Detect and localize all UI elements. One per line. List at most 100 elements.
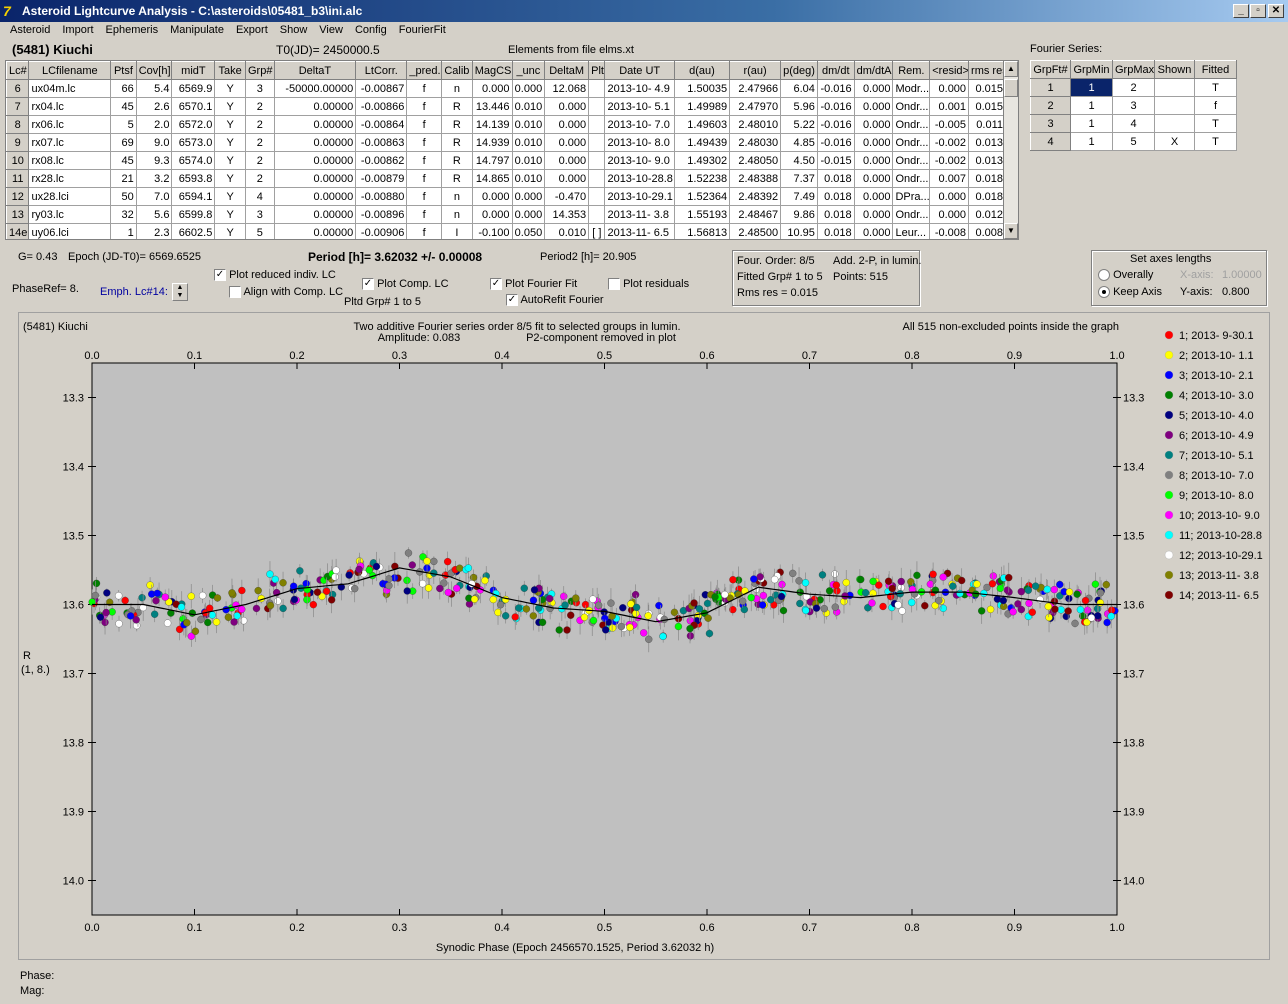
table-cell[interactable]: -0.015	[816, 151, 855, 170]
table-cell[interactable]: Y	[214, 133, 246, 152]
table-cell[interactable]: -0.00862	[355, 151, 408, 170]
table-cell[interactable]: rx04.lc	[28, 97, 112, 116]
table-row[interactable]: 6 ux04m.lc 66 5.4 6569.9 Y 3 -50000.00000 -0.008…	[6, 79, 1004, 98]
table-cell[interactable]: 14.939	[471, 133, 513, 152]
column-header[interactable]: DeltaM	[544, 61, 590, 80]
table-cell[interactable]: 5.6	[135, 205, 173, 224]
table-cell[interactable]: 0.00000	[273, 205, 357, 224]
column-header[interactable]: Ptsf	[110, 61, 137, 80]
table-cell[interactable]: [ ]	[588, 223, 606, 239]
scroll-thumb[interactable]	[1004, 79, 1018, 97]
fourier-cell[interactable]: T	[1194, 132, 1237, 151]
table-cell[interactable]: 14.353	[544, 205, 590, 224]
table-cell[interactable]: 0.018	[968, 187, 1004, 206]
table-cell[interactable]: 0.018	[816, 169, 855, 188]
table-cell[interactable]: 2013-10- 8.0	[604, 133, 675, 152]
table-cell[interactable]	[588, 79, 606, 98]
fourier-cell[interactable]: 1	[1070, 132, 1113, 151]
table-cell[interactable]: 7.37	[780, 169, 818, 188]
table-cell[interactable]: -50000.00000	[273, 79, 357, 98]
table-cell[interactable]: 2.6	[135, 97, 173, 116]
column-header[interactable]: _pred.	[406, 61, 443, 80]
table-cell[interactable]: f	[406, 97, 443, 116]
table-cell[interactable]: 0.000	[471, 205, 513, 224]
table-cell[interactable]: 6599.8	[171, 205, 216, 224]
table-row[interactable]: 9 rx07.lc 69 9.0 6573.0 Y 2 0.00000 -0.00863 f R 14…	[6, 133, 1004, 152]
row-header[interactable]: 13	[6, 205, 30, 224]
column-header[interactable]: MagCS	[471, 61, 513, 80]
table-cell[interactable]: 0.010	[511, 169, 546, 188]
table-cell[interactable]: rx06.lc	[28, 115, 112, 134]
fourier-row[interactable]: 213 f	[1030, 96, 1237, 115]
table-cell[interactable]: 0.00000	[273, 187, 357, 206]
table-cell[interactable]	[588, 169, 606, 188]
table-cell[interactable]: 2.48500	[729, 223, 782, 239]
table-cell[interactable]: 0.050	[511, 223, 546, 239]
fourier-cell[interactable]: 5	[1112, 132, 1155, 151]
table-cell[interactable]: f	[406, 133, 443, 152]
table-cell[interactable]: 0.000	[511, 187, 546, 206]
fourier-series-table[interactable]: GrpFt# GrpMin GrpMax Shown Fitted 112T213f31…	[1030, 60, 1237, 151]
table-cell[interactable]: 0.013	[968, 151, 1004, 170]
table-cell[interactable]: 0.012	[968, 205, 1004, 224]
table-cell[interactable]: 0.000	[511, 79, 546, 98]
emph-lc-spinner[interactable]: ▲ ▼	[172, 283, 188, 301]
row-header[interactable]: 10	[6, 151, 30, 170]
table-cell[interactable]: 0.000	[544, 151, 590, 170]
table-cell[interactable]: 6573.0	[171, 133, 216, 152]
table-cell[interactable]: 2.48010	[729, 115, 782, 134]
lc-table[interactable]: Lc# LCfilename Ptsf Cov[h] midT Take Grp# Delta…	[6, 61, 1004, 239]
fourier-cell[interactable]: 1	[1070, 96, 1113, 115]
table-cell[interactable]: Y	[214, 79, 246, 98]
table-cell[interactable]: -0.00879	[355, 169, 408, 188]
table-cell[interactable]: 0.000	[544, 169, 590, 188]
table-cell[interactable]: 2013-11- 3.8	[604, 205, 675, 224]
menu-config[interactable]: Config	[349, 22, 393, 40]
table-cell[interactable]: Leur...	[892, 223, 931, 239]
fourier-cell[interactable]: 2	[1112, 78, 1155, 97]
column-header[interactable]: _unc	[511, 61, 546, 80]
align-comp-checkbox[interactable]: Align with Comp. LC	[229, 286, 343, 299]
table-cell[interactable]: 0.000	[929, 205, 970, 224]
column-header[interactable]: Take	[214, 61, 246, 80]
table-cell[interactable]: 0.00000	[273, 97, 357, 116]
table-cell[interactable]: R	[441, 151, 473, 170]
table-cell[interactable]: 0.000	[471, 79, 513, 98]
table-cell[interactable]: 0.000	[853, 97, 894, 116]
table-cell[interactable]: 2013-10- 9.0	[604, 151, 675, 170]
table-cell[interactable]: 0.010	[511, 97, 546, 116]
table-cell[interactable]: Y	[214, 97, 246, 116]
table-cell[interactable]: 45	[110, 97, 137, 116]
table-cell[interactable]: R	[441, 133, 473, 152]
table-cell[interactable]: 1.56813	[673, 223, 731, 239]
table-cell[interactable]: 0.000	[853, 187, 894, 206]
table-cell[interactable]: 2.0	[135, 115, 173, 134]
table-cell[interactable]: n	[441, 187, 473, 206]
table-cell[interactable]: -0.00866	[355, 97, 408, 116]
table-cell[interactable]	[588, 115, 606, 134]
row-header[interactable]: 14e	[6, 223, 30, 239]
table-cell[interactable]	[588, 205, 606, 224]
fourier-column-header[interactable]: GrpMin	[1070, 60, 1113, 79]
table-cell[interactable]: 0.000	[544, 97, 590, 116]
column-header[interactable]: midT	[171, 61, 216, 80]
table-cell[interactable]: 4.50	[780, 151, 818, 170]
table-cell[interactable]: 1.49302	[673, 151, 731, 170]
table-cell[interactable]: 2013-10- 5.1	[604, 97, 675, 116]
table-cell[interactable]: Y	[214, 169, 246, 188]
table-cell[interactable]: Ondr...	[892, 115, 931, 134]
table-cell[interactable]: 0.018	[816, 205, 855, 224]
column-header[interactable]: Date UT	[604, 61, 675, 80]
table-cell[interactable]: 2.48467	[729, 205, 782, 224]
table-cell[interactable]: Y	[214, 223, 246, 239]
table-cell[interactable]: 0.000	[929, 79, 970, 98]
table-cell[interactable]: 66	[110, 79, 137, 98]
table-cell[interactable]: 1.49439	[673, 133, 731, 152]
table-cell[interactable]: 2	[244, 169, 275, 188]
table-cell[interactable]: Y	[214, 151, 246, 170]
table-cell[interactable]: 6570.1	[171, 97, 216, 116]
table-cell[interactable]: 69	[110, 133, 137, 152]
x-axis-value[interactable]: 1.00000	[1222, 269, 1262, 281]
overall-radio[interactable]: Overally	[1098, 269, 1153, 282]
minimize-button[interactable]: _	[1233, 4, 1249, 18]
